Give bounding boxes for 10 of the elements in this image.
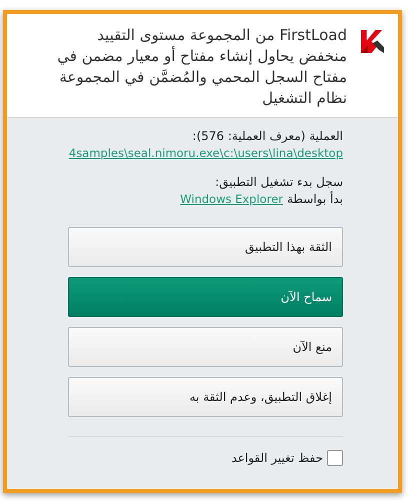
action-button[interactable]: الثقة بهذا التطبيق bbox=[68, 227, 343, 267]
launch-label: سجل بدء تشغيل التطبيق: bbox=[214, 174, 343, 191]
action-button[interactable]: منع الآن bbox=[68, 327, 343, 367]
alert-message: FirstLoad من المجموعة مستوى التقييد منخفض يحاول إنشاء مفتاح أو معيار مضمن في مفتاح السجل المحمي والمُضمَّن في المجموعة نظام التشغيل bbox=[56, 25, 347, 109]
action-button[interactable]: سماح الآن bbox=[68, 277, 343, 317]
launch-prefix: بدأ بواسطة bbox=[287, 191, 343, 208]
process-label: العملية (معرف العملية: 576): bbox=[191, 128, 343, 145]
checkbox[interactable] bbox=[327, 450, 343, 466]
checkbox-label: حفظ تغيير القواعد bbox=[231, 451, 323, 465]
action-button[interactable]: إغلاق التطبيق، وعدم الثقة به bbox=[68, 377, 343, 417]
